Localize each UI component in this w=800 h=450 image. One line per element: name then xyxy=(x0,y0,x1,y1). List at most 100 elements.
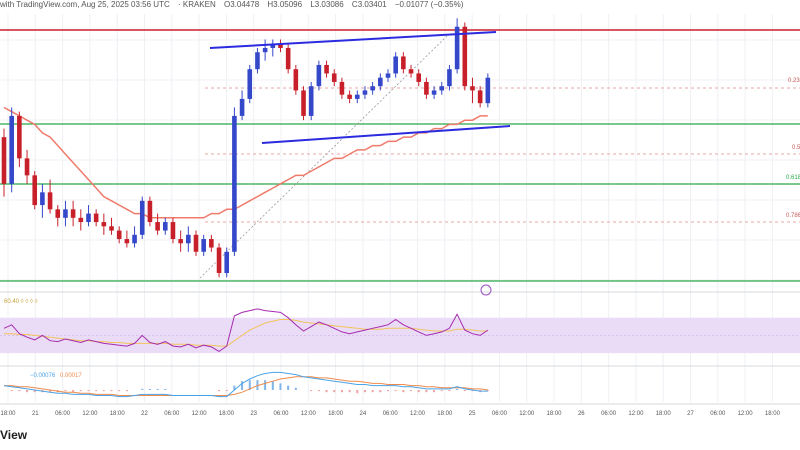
time-tick-label: 06:00 xyxy=(601,411,617,417)
candle xyxy=(285,47,291,70)
candle xyxy=(24,158,30,176)
candle xyxy=(32,175,38,206)
candle xyxy=(385,73,391,78)
candle xyxy=(139,200,145,235)
candle xyxy=(70,209,76,218)
candle xyxy=(293,69,299,91)
time-tick-label: 06:00 xyxy=(492,411,508,417)
candle xyxy=(232,115,237,252)
time-tick-label: 26 xyxy=(578,411,585,417)
candle xyxy=(63,209,68,218)
candle xyxy=(247,69,253,99)
candle xyxy=(431,90,437,95)
candle xyxy=(255,52,260,70)
candles xyxy=(1,18,491,278)
candle xyxy=(331,73,337,82)
candle xyxy=(209,239,214,248)
candle xyxy=(316,64,322,87)
time-tick-label: 21 xyxy=(32,411,39,417)
rsi-pane: 60.40 ◊ ◊ ◊ ◊ xyxy=(0,298,800,354)
time-tick-label: 12:00 xyxy=(738,411,754,417)
time-tick-label: 12:00 xyxy=(82,411,98,417)
candle xyxy=(93,213,99,223)
time-tick-label: 22 xyxy=(141,411,148,417)
candle xyxy=(124,239,130,244)
time-tick-label: 18:00 xyxy=(328,411,344,417)
time-tick-label: 12:00 xyxy=(628,411,644,417)
time-tick-label: 06:00 xyxy=(164,411,180,417)
time-tick-label: 27 xyxy=(687,411,694,417)
candle xyxy=(47,192,53,210)
fib-label: 0.618 xyxy=(786,175,800,181)
time-tick-label: 23 xyxy=(250,411,257,417)
time-tick-label: 18:00 xyxy=(219,411,235,417)
candle xyxy=(408,69,414,74)
time-tick-label: 06:00 xyxy=(710,411,726,417)
candle xyxy=(224,251,230,274)
macd-value: −0.00076 xyxy=(30,373,56,379)
candle xyxy=(86,213,91,223)
time-tick-label: 12:00 xyxy=(519,411,535,417)
candle xyxy=(439,86,445,91)
candle xyxy=(424,81,429,95)
time-tick-label: 18:00 xyxy=(437,411,453,417)
macd-pane: −0.00076 0.00017 xyxy=(3,371,489,398)
candle xyxy=(132,234,137,244)
macd-signal-value: 0.00017 xyxy=(60,373,82,379)
time-axis: 18:00 21 06:00 12:00 18:00 22 06:00 12:00 18:00 2… xyxy=(0,403,800,417)
candle xyxy=(308,86,314,116)
candle xyxy=(370,86,375,91)
candle xyxy=(262,47,268,53)
candle xyxy=(462,26,468,87)
fib-label: 0.236 xyxy=(788,78,800,84)
time-tick-label: 06:00 xyxy=(383,411,399,417)
candle xyxy=(109,226,114,231)
candle xyxy=(162,222,168,231)
candle xyxy=(477,90,483,104)
candle xyxy=(78,217,84,223)
candle xyxy=(301,90,306,116)
fib-label: 0.786 xyxy=(786,213,800,219)
price-chart[interactable]: 0.236 0.5 0.618 0.786 60.40 ◊ ◊ ◊ ◊ −0.0007… xyxy=(0,0,800,428)
candle xyxy=(324,64,329,74)
time-tick-label: 18:00 xyxy=(110,411,126,417)
candle xyxy=(170,222,176,240)
macd-signal-line xyxy=(4,376,488,396)
candle xyxy=(347,94,352,99)
candle xyxy=(55,209,61,218)
candle xyxy=(40,192,45,206)
brand-footer: View xyxy=(0,428,28,442)
time-tick-label: 18:00 xyxy=(656,411,672,417)
candle xyxy=(354,94,360,99)
candle xyxy=(193,234,199,252)
candle xyxy=(216,247,222,274)
candle xyxy=(339,81,345,95)
time-tick-label: 12:00 xyxy=(410,411,426,417)
channel-lower-line xyxy=(261,125,511,144)
candle xyxy=(101,222,107,227)
time-tick-label: 18:00 xyxy=(546,411,562,417)
candle xyxy=(239,98,245,116)
candle xyxy=(17,115,22,159)
event-marker-icon xyxy=(480,284,492,296)
time-tick-label: 12:00 xyxy=(301,411,317,417)
levels: 0.236 0.5 0.618 0.786 xyxy=(0,29,800,282)
candle xyxy=(116,230,122,240)
time-tick-label: 24 xyxy=(360,411,367,417)
time-tick-label: 06:00 xyxy=(273,411,289,417)
candle xyxy=(470,86,475,91)
time-tick-label: 06:00 xyxy=(55,411,71,417)
candle xyxy=(362,90,368,95)
time-tick-label: 25 xyxy=(469,411,476,417)
candle xyxy=(485,77,491,104)
rsi-header: 60.40 ◊ ◊ ◊ ◊ xyxy=(4,298,38,305)
fib-label: 0.5 xyxy=(792,145,800,151)
time-tick-label: 12:00 xyxy=(192,411,208,417)
candle xyxy=(401,56,406,70)
candle xyxy=(378,77,383,87)
candle xyxy=(178,239,183,244)
candle xyxy=(201,239,206,252)
candle xyxy=(9,115,14,184)
time-tick-label: 18:00 xyxy=(0,411,16,417)
candle xyxy=(447,69,452,87)
